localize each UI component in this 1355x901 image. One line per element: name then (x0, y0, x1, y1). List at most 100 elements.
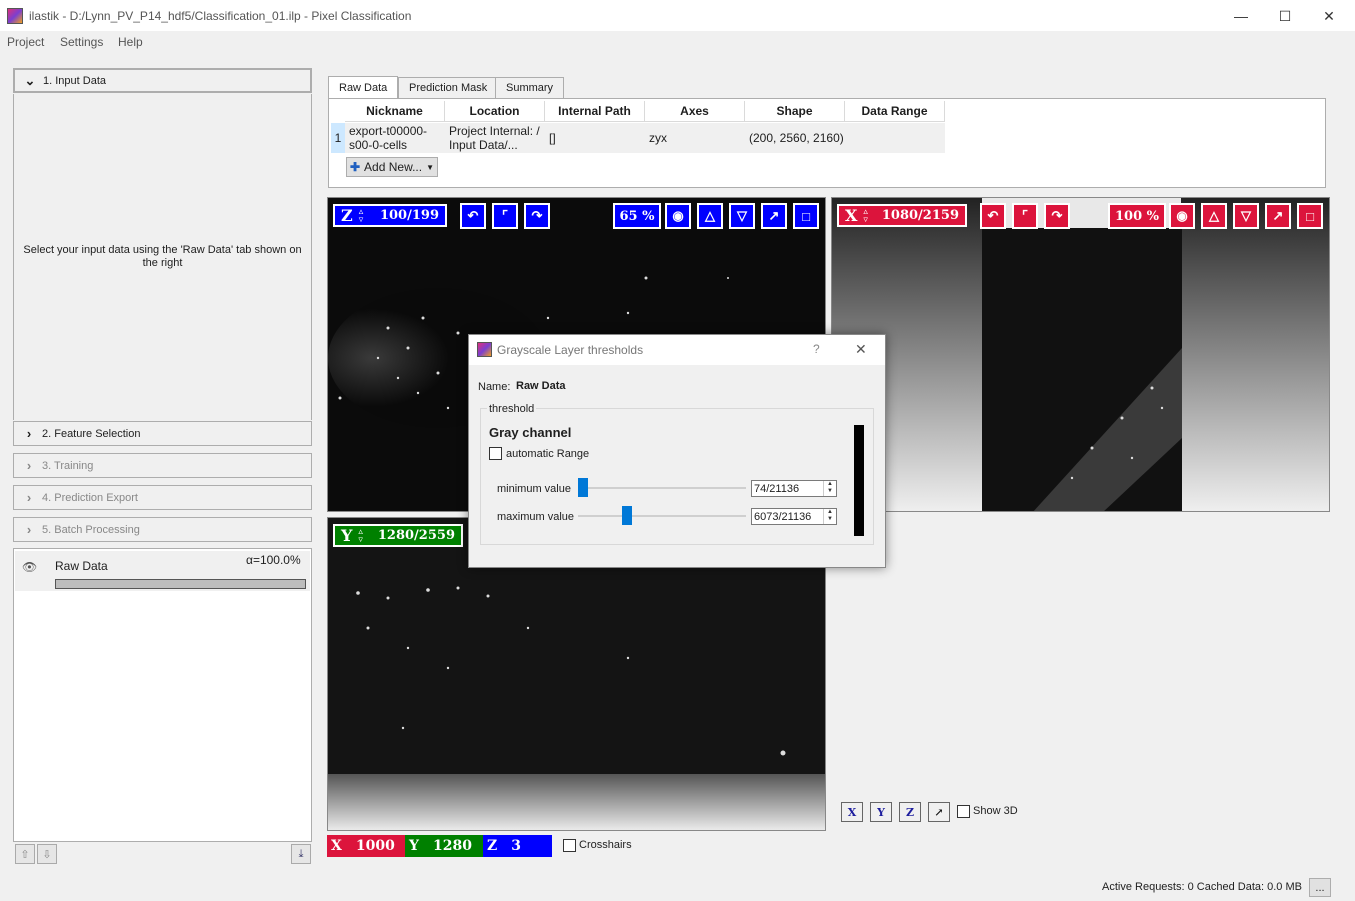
min-slider-track[interactable] (578, 487, 746, 489)
move-layer-up-icon[interactable]: ⇧ (15, 844, 35, 864)
zoom-level[interactable]: 100 % (1108, 203, 1166, 229)
max-value-label: maximum value (497, 511, 575, 523)
spin-arrows-icon[interactable]: ▵ ▿ (359, 207, 364, 224)
menu-settings[interactable]: Settings (60, 35, 103, 49)
cell-internal-path[interactable]: [] (545, 123, 645, 153)
more-button[interactable]: ... (1309, 878, 1331, 897)
swap-axes-icon[interactable]: ⌜ (492, 203, 518, 229)
view-y-button[interactable]: Y (870, 802, 892, 822)
applet-prediction-export[interactable]: › 4. Prediction Export (13, 485, 312, 510)
axis-label: Z (341, 206, 353, 225)
plus-icon: ✚ (349, 160, 361, 174)
min-value-spinbox[interactable]: 74/21136 ▲ ▼ (751, 480, 837, 497)
slice-up-icon[interactable]: △ (697, 203, 723, 229)
name-label: Name: (478, 381, 511, 393)
close-button[interactable]: ✕ (1306, 0, 1352, 32)
dialog-help-button[interactable]: ? (813, 342, 820, 356)
min-value-label: minimum value (497, 483, 571, 495)
cell-shape[interactable]: (200, 2560, 2160) (745, 123, 845, 153)
max-slider-track[interactable] (578, 515, 746, 517)
eye-icon[interactable]: 👁 (22, 560, 37, 574)
column-header[interactable]: Axes (645, 101, 745, 122)
menu-help[interactable]: Help (118, 35, 143, 49)
cell-data-range[interactable] (845, 123, 945, 153)
maximize-view-icon[interactable]: ↗ (1265, 203, 1291, 229)
ilastik-logo-icon (7, 8, 23, 24)
view-x-button[interactable]: X (841, 802, 863, 822)
rotate-right-icon[interactable]: ↷ (1044, 203, 1070, 229)
move-layer-down-icon[interactable]: ⇩ (37, 844, 57, 864)
applet-feature-selection[interactable]: › 2. Feature Selection (13, 421, 312, 446)
camera-icon[interactable]: ◉ (1169, 203, 1195, 229)
rotate-left-icon[interactable]: ↶ (980, 203, 1006, 229)
min-slider-thumb[interactable] (577, 478, 588, 497)
maximize-view-icon[interactable]: ↗ (761, 203, 787, 229)
max-slider-thumb[interactable] (622, 506, 633, 525)
viewer-x[interactable] (831, 197, 1330, 512)
cell-location[interactable]: Project Internal: / Input Data/... (445, 123, 545, 153)
applet-batch-processing[interactable]: › 5. Batch Processing (13, 517, 312, 542)
maximize-view-icon[interactable]: ↗ (928, 802, 950, 822)
coord-z-value: 3 (511, 838, 521, 854)
menu-project[interactable]: Project (7, 35, 44, 49)
applet-label: 5. Batch Processing (42, 523, 140, 536)
column-header[interactable]: Shape (745, 101, 845, 122)
tab-raw-data[interactable]: Raw Data (328, 76, 399, 99)
axis-label: Y (341, 526, 353, 545)
layer-settings-icon[interactable]: ⤓ (291, 844, 311, 864)
y-slice-selector[interactable]: Y ▵ ▿ 1280/2559 (333, 524, 463, 547)
rotate-left-icon[interactable]: ↶ (460, 203, 486, 229)
slice-down-icon[interactable]: ▽ (1233, 203, 1259, 229)
tab-prediction-mask[interactable]: Prediction Mask (398, 77, 499, 98)
camera-icon[interactable]: ◉ (665, 203, 691, 229)
minimize-button[interactable]: — (1218, 0, 1264, 32)
crosshairs-checkbox[interactable] (563, 839, 576, 852)
column-header[interactable]: Location (445, 101, 545, 122)
spin-arrows-icon[interactable]: ▲ ▼ (823, 509, 836, 524)
fullscreen-icon[interactable]: □ (793, 203, 819, 229)
coord-z: Z 3 (483, 835, 552, 857)
zoom-level[interactable]: 65 % (613, 203, 661, 229)
applet-label: 2. Feature Selection (42, 427, 141, 440)
automatic-range-checkbox[interactable] (489, 447, 502, 460)
slice-down-icon[interactable]: ▽ (729, 203, 755, 229)
coord-z-label: Z (487, 838, 498, 854)
dialog-close-button[interactable]: ✕ (855, 341, 867, 358)
applet-training[interactable]: › 3. Training (13, 453, 312, 478)
chevron-right-icon: › (26, 426, 32, 441)
coord-y-value: 1280 (433, 838, 472, 854)
view-z-button[interactable]: Z (899, 802, 921, 822)
threshold-group-label: threshold (487, 403, 537, 415)
column-header[interactable]: Nickname (345, 101, 445, 122)
add-new-button[interactable]: ✚ Add New... ▼ (346, 157, 438, 177)
x-slice-image (832, 198, 1329, 511)
swap-axes-icon[interactable]: ⌜ (1012, 203, 1038, 229)
spin-arrows-icon[interactable]: ▵ ▿ (863, 207, 868, 224)
cached-data: Cached Data: 0.0 MB (1196, 881, 1302, 893)
crosshairs-label: Crosshairs (579, 839, 632, 851)
x-slice-selector[interactable]: X ▵ ▿ 1080/2159 (837, 204, 967, 227)
z-slice-selector[interactable]: Z ▵ ▿ 100/199 (333, 204, 447, 227)
column-header[interactable]: Internal Path (545, 101, 645, 122)
max-value-spinbox[interactable]: 6073/21136 ▲ ▼ (751, 508, 837, 525)
coord-x-label: X (331, 838, 342, 854)
rotate-right-icon[interactable]: ↷ (524, 203, 550, 229)
row-number[interactable]: 1 (331, 123, 345, 153)
cell-nickname[interactable]: export-t00000-s00-0-cells (345, 123, 445, 153)
menu-bar (0, 32, 1355, 54)
show-3d-checkbox[interactable] (957, 805, 970, 818)
layer-opacity-bar[interactable] (55, 579, 306, 589)
fullscreen-icon[interactable]: □ (1297, 203, 1323, 229)
spin-arrows-icon[interactable]: ▲ ▼ (823, 481, 836, 496)
spin-arrows-icon[interactable]: ▵ ▿ (358, 527, 363, 544)
maximize-button[interactable]: ☐ (1262, 0, 1308, 32)
channel-title: Gray channel (489, 425, 572, 440)
applet-input-data[interactable]: ⌄ 1. Input Data (13, 68, 312, 93)
slice-value: 100/199 (379, 208, 439, 223)
layer-opacity: α=100.0% (246, 553, 301, 567)
coord-y: Y 1280 (405, 835, 483, 857)
column-header[interactable]: Data Range (845, 101, 945, 122)
tab-summary[interactable]: Summary (495, 77, 565, 98)
cell-axes[interactable]: zyx (645, 123, 745, 153)
slice-up-icon[interactable]: △ (1201, 203, 1227, 229)
